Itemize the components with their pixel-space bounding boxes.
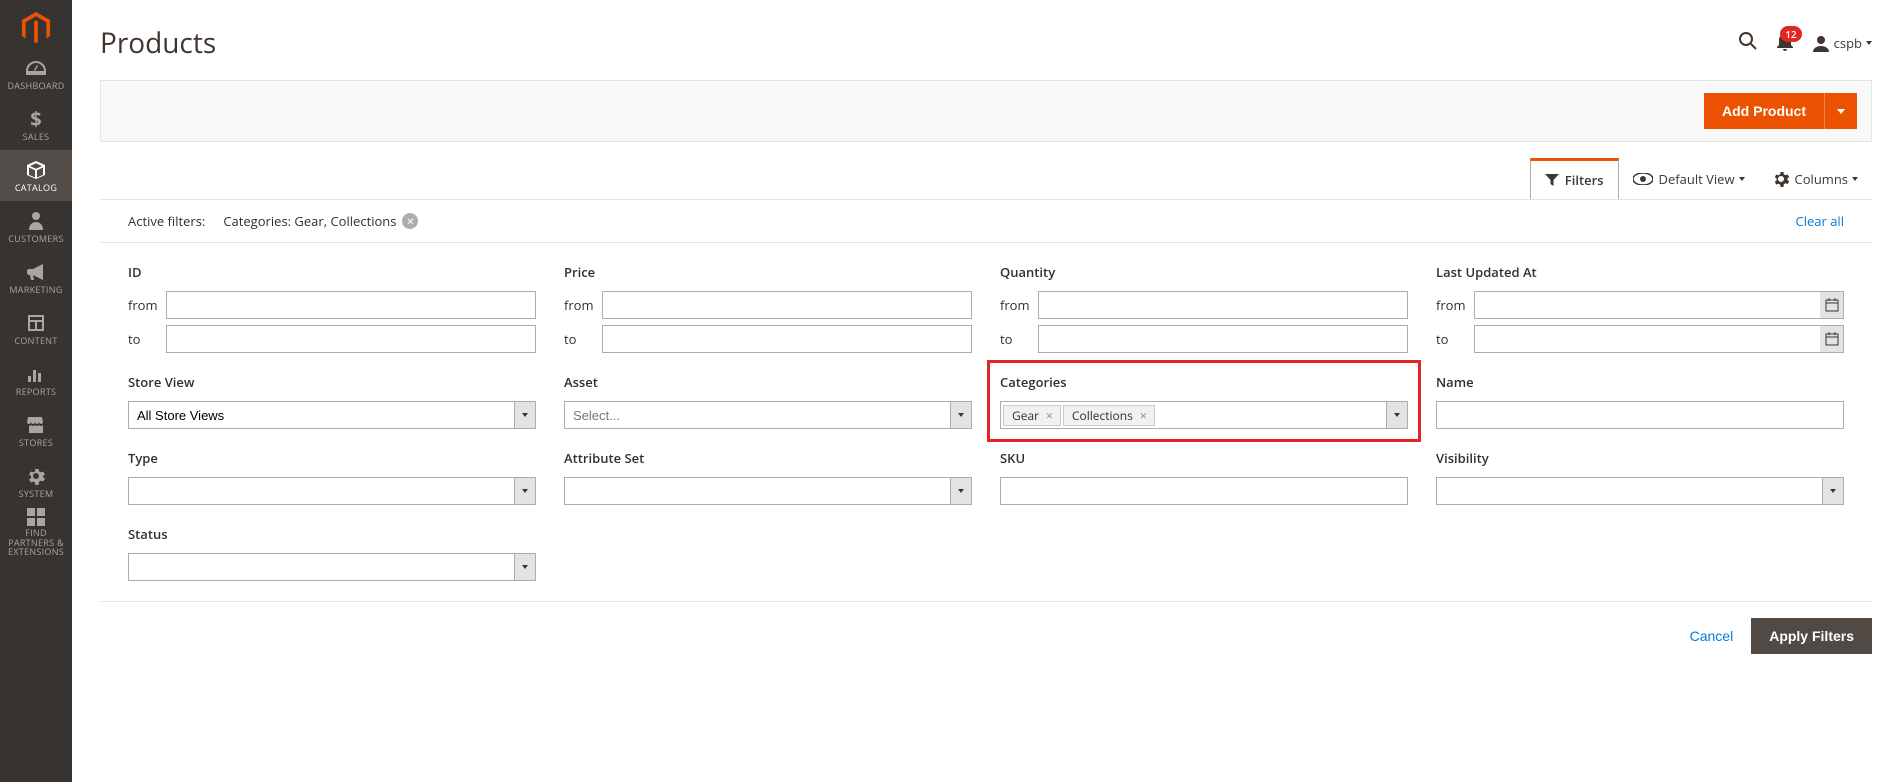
columns-toggle[interactable]: Columns [1759,158,1872,199]
dropdown-toggle[interactable] [1386,401,1408,429]
store-icon [27,414,45,436]
filter-actions: Cancel Apply Filters [72,602,1900,670]
filter-attribute-set: Attribute Set [564,449,972,505]
dropdown-toggle[interactable] [514,553,536,581]
active-filters-label: Active filters: [128,212,205,230]
remove-filter-icon[interactable]: ✕ [402,213,418,229]
notification-badge: 12 [1780,26,1801,42]
updated-to-input[interactable] [1474,325,1844,353]
filter-sku: SKU [1000,449,1408,505]
sidebar-item-dashboard[interactable]: DASHBOARD [0,48,72,99]
notifications-icon[interactable]: 12 [1776,30,1794,57]
sidebar: DASHBOARD$SALESCATALOGCUSTOMERSMARKETING… [0,0,72,782]
blocks-icon [27,508,45,526]
filter-visibility: Visibility [1436,449,1844,505]
filter-type: Type [128,449,536,505]
add-product-split-button: Add Product [1704,93,1857,129]
sidebar-item-find-partners-extensions[interactable]: FIND PARTNERS & EXTENSIONS [0,507,72,558]
store-view-select[interactable] [128,401,536,429]
filters-toggle[interactable]: Filters [1530,158,1619,199]
id-to-input[interactable] [166,325,536,353]
visibility-select[interactable] [1436,477,1844,505]
sidebar-item-content[interactable]: CONTENT [0,303,72,354]
chevron-down-icon [1852,177,1858,181]
category-tag-collections: Collections× [1063,405,1155,426]
box-icon [27,159,45,181]
remove-tag-icon[interactable]: × [1043,407,1056,424]
dropdown-toggle[interactable] [950,477,972,505]
sku-input[interactable] [1000,477,1408,505]
filter-last-updated: Last Updated At from to [1436,263,1844,353]
quantity-to-input[interactable] [1038,325,1408,353]
filter-categories: Categories Gear× Collections× [987,360,1421,442]
chevron-down-icon [1739,177,1745,181]
username: cspb [1834,34,1862,52]
filter-name: Name [1436,373,1844,429]
sidebar-item-marketing[interactable]: MARKETING [0,252,72,303]
add-product-dropdown[interactable] [1824,93,1857,129]
name-input[interactable] [1436,401,1844,429]
attribute-set-select[interactable] [564,477,972,505]
filter-asset: Asset [564,373,972,429]
megaphone-icon [27,261,45,283]
filter-status: Status [128,525,536,581]
calendar-icon[interactable] [1820,325,1844,353]
bars-icon [28,363,44,385]
dropdown-toggle[interactable] [514,401,536,429]
asset-select[interactable] [564,401,972,429]
category-tag-gear: Gear× [1003,405,1061,426]
filter-quantity: Quantity from to [1000,263,1408,353]
main-content: Products 12 cspb Add Product Filters [72,0,1900,670]
dollar-icon: $ [30,108,41,130]
type-select[interactable] [128,477,536,505]
remove-tag-icon[interactable]: × [1137,407,1150,424]
status-select[interactable] [128,553,536,581]
calendar-icon[interactable] [1820,291,1844,319]
price-from-input[interactable] [602,291,972,319]
quantity-from-input[interactable] [1038,291,1408,319]
grid-toolbar: Filters Default View Columns [72,142,1900,199]
price-to-input[interactable] [602,325,972,353]
dropdown-toggle[interactable] [514,477,536,505]
clear-all-filters[interactable]: Clear all [1796,212,1844,230]
chevron-down-icon [1866,41,1872,45]
gear-icon [27,465,45,487]
user-menu[interactable]: cspb [1812,34,1872,52]
header-actions: 12 cspb [1738,30,1872,57]
action-bar: Add Product [100,80,1872,142]
updated-from-input[interactable] [1474,291,1844,319]
magento-logo[interactable] [0,0,72,48]
filter-form: ID from to Price from to Quantity from t… [100,243,1872,602]
add-product-button[interactable]: Add Product [1704,93,1824,129]
sidebar-item-system[interactable]: SYSTEM [0,456,72,507]
active-filters: Active filters: Categories: Gear, Collec… [100,199,1872,243]
default-view-toggle[interactable]: Default View [1619,158,1759,199]
sidebar-item-stores[interactable]: STORES [0,405,72,456]
chevron-down-icon [1837,109,1845,114]
page-title: Products [100,24,216,62]
cancel-button[interactable]: Cancel [1686,618,1738,654]
filter-id: ID from to [128,263,536,353]
eye-icon [1633,173,1653,185]
dashboard-icon [26,57,46,79]
person-icon [29,210,43,232]
dropdown-toggle[interactable] [1822,477,1844,505]
apply-filters-button[interactable]: Apply Filters [1751,618,1872,654]
categories-tag-input[interactable]: Gear× Collections× [1000,401,1408,429]
pages-icon [28,312,44,334]
sidebar-item-sales[interactable]: $SALES [0,99,72,150]
dropdown-toggle[interactable] [950,401,972,429]
sidebar-item-reports[interactable]: REPORTS [0,354,72,405]
funnel-icon [1545,174,1559,186]
gear-icon [1773,171,1789,187]
search-icon[interactable] [1738,30,1758,57]
active-filter-chip: Categories: Gear, Collections ✕ [223,212,418,230]
filter-store-view: Store View [128,373,536,429]
page-header: Products 12 cspb [72,0,1900,80]
filter-price: Price from to [564,263,972,353]
id-from-input[interactable] [166,291,536,319]
sidebar-item-customers[interactable]: CUSTOMERS [0,201,72,252]
sidebar-item-catalog[interactable]: CATALOG [0,150,72,201]
